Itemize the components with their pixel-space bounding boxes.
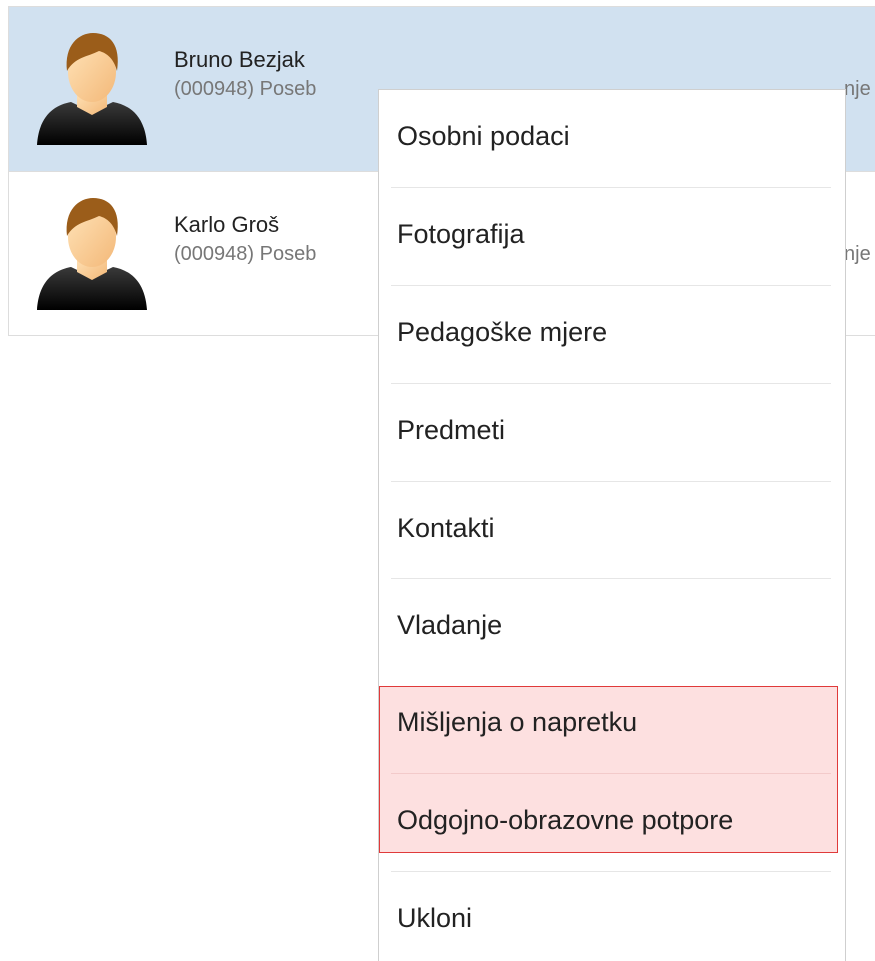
- menu-item-label: Predmeti: [397, 415, 506, 445]
- student-name: Karlo Groš: [174, 212, 280, 237]
- menu-item-label: Fotografija: [397, 219, 525, 249]
- menu-item-vladanje[interactable]: Vladanje: [379, 579, 845, 676]
- avatar-graphic: [37, 198, 147, 310]
- context-menu: Osobni podaci Fotografija Pedagoške mjer…: [378, 89, 846, 961]
- menu-item-ukloni[interactable]: Ukloni: [379, 872, 845, 961]
- menu-item-predmeti[interactable]: Predmeti: [379, 384, 845, 481]
- menu-item-label: Odgojno-obrazovne potpore: [397, 805, 734, 835]
- app-stage: Bruno Bezjak (000948) Poseb nje Karlo Gr…: [0, 0, 875, 961]
- student-name: Bruno Bezjak: [174, 47, 305, 72]
- menu-item-osobni-podaci[interactable]: Osobni podaci: [379, 90, 845, 187]
- menu-item-fotografija[interactable]: Fotografija: [379, 188, 845, 285]
- student-subtitle-tail: nje: [844, 78, 871, 100]
- menu-item-label: Kontakti: [397, 513, 495, 543]
- student-subtitle: (000948) Poseb: [174, 78, 317, 100]
- user-avatar-icon: [31, 27, 153, 149]
- avatar-graphic: [37, 33, 147, 145]
- menu-item-kontakti[interactable]: Kontakti: [379, 482, 845, 579]
- menu-item-pedagoske-mjere[interactable]: Pedagoške mjere: [379, 286, 845, 383]
- user-avatar-icon: [31, 192, 153, 314]
- menu-item-odgojno-obrazovne-potpore[interactable]: Odgojno-obrazovne potpore: [379, 774, 845, 871]
- menu-item-label: Ukloni: [397, 903, 473, 933]
- menu-item-label: Pedagoške mjere: [397, 317, 608, 347]
- menu-item-label: Osobni podaci: [397, 121, 570, 151]
- student-subtitle-tail: nje: [844, 243, 871, 265]
- menu-item-misljenja-o-napretku[interactable]: Mišljenja o napretku: [379, 676, 845, 773]
- student-subtitle: (000948) Poseb: [174, 243, 317, 265]
- menu-item-label: Vladanje: [397, 610, 503, 640]
- menu-item-label: Mišljenja o napretku: [397, 707, 638, 737]
